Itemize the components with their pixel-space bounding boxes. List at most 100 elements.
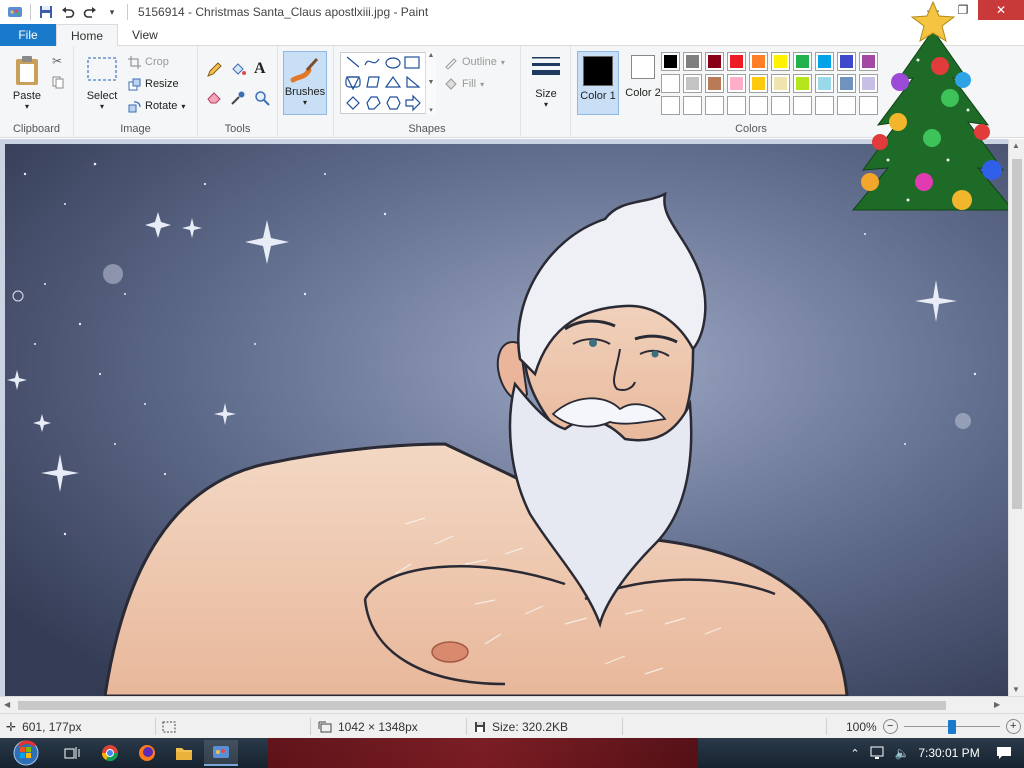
tab-home[interactable]: Home xyxy=(56,24,119,47)
expand-gallery-icon[interactable]: ▾ xyxy=(429,106,433,114)
palette-swatch-color xyxy=(796,99,809,112)
palette-swatch[interactable] xyxy=(793,74,812,93)
tab-file[interactable]: File xyxy=(0,24,56,46)
crop-button[interactable]: Crop xyxy=(128,53,169,71)
scroll-up-icon[interactable]: ▲ xyxy=(428,52,435,59)
scroll-down-button[interactable]: ▼ xyxy=(1012,685,1020,694)
scroll-right-button[interactable]: ▶ xyxy=(994,700,1000,709)
vertical-scroll-thumb[interactable] xyxy=(1012,159,1022,509)
palette-swatch[interactable] xyxy=(815,96,834,115)
cut-icon[interactable]: ✂ xyxy=(52,54,62,68)
palette-swatch[interactable] xyxy=(815,52,834,71)
start-button[interactable] xyxy=(6,740,46,766)
chevron-down-icon: ▾ xyxy=(99,102,104,111)
palette-swatch-color xyxy=(664,99,677,112)
color2-button[interactable]: Color 2 xyxy=(623,55,663,99)
chevron-down-icon: ▾ xyxy=(500,57,505,67)
palette-swatch[interactable] xyxy=(661,74,680,93)
shapes-group: ▲ ▼ ▾ Outline ▾ Fill ▾ Shapes xyxy=(333,46,521,138)
undo-icon[interactable] xyxy=(59,3,77,21)
palette-swatch[interactable] xyxy=(727,96,746,115)
palette-swatch[interactable] xyxy=(771,52,790,71)
palette-swatch[interactable] xyxy=(793,52,812,71)
fill-button[interactable]: Fill ▾ xyxy=(444,75,484,93)
color-picker-icon[interactable] xyxy=(230,90,246,109)
rotate-icon xyxy=(128,100,141,112)
scroll-left-button[interactable]: ◀ xyxy=(4,700,10,709)
palette-swatch-color xyxy=(664,77,677,90)
taskbar-chrome[interactable] xyxy=(93,740,127,766)
show-hidden-icons[interactable]: ⌃ xyxy=(844,747,866,760)
zoom-out-button[interactable]: − xyxy=(882,719,898,734)
palette-swatch[interactable] xyxy=(749,74,768,93)
palette-swatch[interactable] xyxy=(815,74,834,93)
rotate-button[interactable]: Rotate ▾ xyxy=(128,97,185,115)
file-size-text: Size: 320.2KB xyxy=(492,719,569,734)
palette-swatch[interactable] xyxy=(749,96,768,115)
outline-button[interactable]: Outline ▾ xyxy=(444,53,505,71)
paste-label: Paste xyxy=(12,90,42,102)
palette-swatch[interactable] xyxy=(683,74,702,93)
zoom-in-button[interactable]: + xyxy=(1005,719,1021,734)
task-view-button[interactable] xyxy=(55,740,89,766)
palette-swatch-color xyxy=(686,77,699,90)
customize-qat-icon[interactable]: ▾ xyxy=(103,3,121,21)
eraser-icon[interactable] xyxy=(206,90,222,107)
scroll-down-icon[interactable]: ▼ xyxy=(428,79,435,86)
qat-separator xyxy=(127,4,128,20)
palette-swatch-color xyxy=(774,55,787,68)
select-button[interactable]: Select ▾ xyxy=(82,56,122,111)
resize-button[interactable]: Resize xyxy=(128,75,179,93)
vertical-scrollbar[interactable]: ▲ ▼ xyxy=(1008,139,1024,696)
christmas-tree-gadget[interactable] xyxy=(848,0,1018,235)
zoom-slider-thumb[interactable] xyxy=(947,720,956,734)
pencil-icon[interactable] xyxy=(206,62,222,81)
palette-swatch[interactable] xyxy=(771,74,790,93)
horizontal-scrollbar[interactable]: ◀ ▶ xyxy=(0,696,1024,713)
shapes-scroll[interactable]: ▲ ▼ ▾ xyxy=(425,52,436,114)
palette-swatch[interactable] xyxy=(749,52,768,71)
palette-swatch[interactable] xyxy=(683,96,702,115)
tools-group: A Tools xyxy=(198,46,278,138)
copy-icon[interactable] xyxy=(52,76,64,92)
fill-bucket-icon[interactable] xyxy=(230,62,246,81)
volume-icon[interactable]: 🔈 xyxy=(890,746,914,760)
color1-button[interactable]: Color 1 xyxy=(577,51,619,115)
cursor-position: ✛ 601, 177px xyxy=(6,714,81,739)
palette-swatch[interactable] xyxy=(661,96,680,115)
size-button[interactable]: Size ▾ xyxy=(527,54,565,109)
shapes-gallery[interactable] xyxy=(340,52,436,114)
zoom-slider[interactable] xyxy=(903,719,1000,734)
notifications-icon[interactable] xyxy=(984,746,1024,760)
magnifier-icon[interactable] xyxy=(254,90,270,109)
taskbar-file-explorer[interactable] xyxy=(167,740,201,766)
save-icon[interactable] xyxy=(37,3,55,21)
outline-label: Outline xyxy=(462,56,497,68)
taskbar: ⌃ 🔈 7:30:01 PM xyxy=(0,738,1024,768)
palette-swatch[interactable] xyxy=(705,96,724,115)
palette-swatch[interactable] xyxy=(793,96,812,115)
chevron-down-icon: ▾ xyxy=(181,101,186,111)
palette-swatch[interactable] xyxy=(727,52,746,71)
palette-swatch-color xyxy=(708,55,721,68)
text-icon[interactable]: A xyxy=(254,60,266,78)
palette-swatch[interactable] xyxy=(683,52,702,71)
brushes-button[interactable]: Brushes ▾ xyxy=(283,51,327,115)
clock[interactable]: 7:30:01 PM xyxy=(914,746,984,760)
palette-swatch[interactable] xyxy=(661,52,680,71)
network-icon[interactable] xyxy=(866,746,890,760)
palette-swatch-color xyxy=(686,55,699,68)
scroll-up-button[interactable]: ▲ xyxy=(1012,141,1020,150)
paste-button[interactable]: Paste ▾ xyxy=(8,54,46,111)
taskbar-paint[interactable] xyxy=(204,740,238,766)
palette-swatch[interactable] xyxy=(727,74,746,93)
tab-view[interactable]: View xyxy=(118,24,172,46)
palette-swatch[interactable] xyxy=(705,74,724,93)
palette-swatch-color xyxy=(796,77,809,90)
horizontal-scroll-thumb[interactable] xyxy=(18,701,946,710)
taskbar-firefox[interactable] xyxy=(130,740,164,766)
redo-icon[interactable] xyxy=(81,3,99,21)
palette-swatch[interactable] xyxy=(705,52,724,71)
paint-app-icon[interactable] xyxy=(6,3,24,21)
palette-swatch[interactable] xyxy=(771,96,790,115)
